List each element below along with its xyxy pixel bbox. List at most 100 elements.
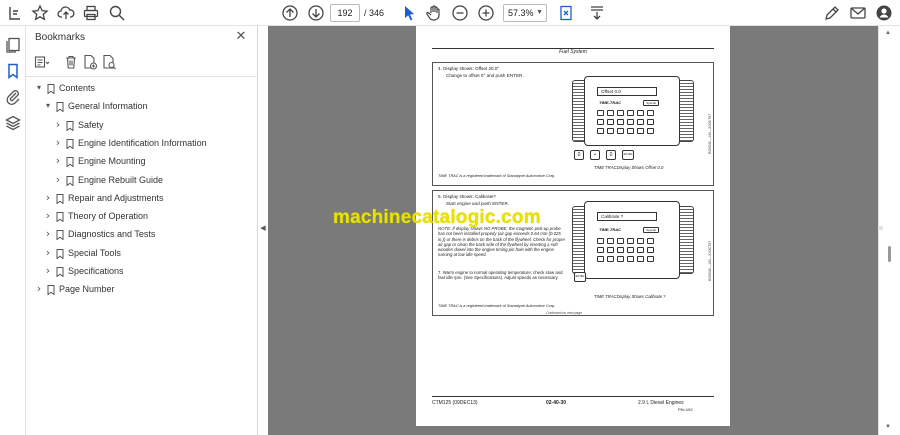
upload-cloud-icon[interactable] [57,4,75,22]
time-trac-device-1: Offset 0.0 TIME-TRAC Special [584,76,680,146]
figure-id-1: RG6543 —UN—20OCT97 [708,114,712,154]
bookmark-icon [47,284,55,296]
device-screen-2: Calibrate ? [597,212,657,221]
caption-calibrate: TIME TRACDisplay Shows Calibrate ? [594,294,666,299]
zoom-level-value: 57.3% [508,8,534,18]
chevron-down-icon[interactable]: ▾ [43,98,53,114]
footer-pn: PN=192 [678,407,693,412]
device-brand: TIME-TRAC [599,100,621,105]
zoom-level-select[interactable]: 57.3% ▼ [503,4,547,22]
device-key [597,238,604,244]
device-key [617,128,624,134]
chevron-right-icon[interactable]: › [43,190,53,206]
bookmark-icon [56,266,64,278]
chevron-down-icon[interactable]: ▾ [34,80,44,96]
chevron-right-icon[interactable]: › [43,226,53,242]
trademark-1: TIME TRAC is a registered trademark of S… [438,174,556,178]
close-icon[interactable]: ✕ [234,30,248,44]
zoom-in-icon[interactable] [477,4,495,22]
right-panel-handle[interactable]: ◀ [876,222,884,236]
panel-divider [26,76,258,77]
scroll-mode-icon[interactable] [588,4,606,22]
layers-icon[interactable] [4,114,22,132]
device-key [627,128,634,134]
bookmark-label: Contents [59,83,96,93]
bookmark-icon [56,229,64,241]
select-cursor-icon[interactable] [400,4,418,22]
text-select-icon[interactable] [6,4,24,22]
device-grip-right [678,80,694,142]
scroll-thumb[interactable] [888,246,891,262]
device-screen-1: Offset 0.0 [597,87,657,96]
page-fit-icon[interactable] [558,4,576,22]
device-key [637,128,644,134]
document-view[interactable]: Fuel System 4. Display shows: Offset 20.… [268,26,878,435]
footer-page-code: 02-40-30 [546,400,567,406]
step-4-title: 4. Display shows: Offset 20.0° [438,66,500,71]
attachments-icon[interactable] [4,88,22,106]
device-key [627,238,634,244]
chevron-right-icon[interactable]: › [43,245,53,261]
collapse-panel-handle[interactable]: ◀ [259,222,267,236]
find-bookmark-icon[interactable] [101,54,117,70]
bookmark-label: Specifications [68,266,124,276]
bookmark-options-icon[interactable] [34,54,50,70]
device-key [607,119,614,125]
footer-rule [432,396,714,397]
device-key [637,110,644,116]
hand-tool-icon[interactable] [425,4,443,22]
chevron-right-icon[interactable]: › [53,172,63,188]
chevron-right-icon[interactable]: › [53,135,63,151]
device-key [637,119,644,125]
mail-icon[interactable] [849,4,867,22]
zoom-search-icon[interactable] [108,4,126,22]
device-key [637,256,644,262]
device-key [597,256,604,262]
scroll-down-arrow[interactable]: ▼ [885,424,891,430]
page-up-icon[interactable] [281,4,299,22]
page-thumbnails-icon[interactable] [4,36,22,54]
chevron-right-icon[interactable]: › [34,281,44,297]
footer-doc-id: CTM125 (09DEC13) [432,400,478,406]
bookmark-icon [66,138,74,150]
bookmark-label: Page Number [59,284,115,295]
annotate-pen-icon[interactable] [823,4,841,22]
device-key [627,119,634,125]
bookmark-icon [66,175,74,187]
chevron-right-icon[interactable]: › [43,263,53,279]
chevron-right-icon[interactable]: › [53,117,63,133]
bookmark-icon [66,120,74,132]
device-key [607,128,614,134]
device-key [647,128,654,134]
step-4-body: Change to offset 0° and push ENTER. [446,73,524,78]
device-key [607,247,614,253]
print-icon[interactable] [82,4,100,22]
chevron-right-icon[interactable]: › [53,153,63,169]
step-6-body: Start engine and push ENTER. [446,201,510,206]
bookmark-label: General Information [68,101,148,112]
bookmarks-panel-icon[interactable] [4,62,22,80]
bookmark-tools [34,54,254,74]
zoom-out-icon[interactable] [451,4,469,22]
account-icon[interactable] [875,4,893,22]
bookmark-icon [56,101,64,113]
new-bookmark-icon[interactable] [82,54,98,70]
watermark-text: machinecatalogic.com [333,207,541,228]
step-7: 7. Warm engine to normal operating tempe… [438,270,563,281]
bookmark-icon [56,193,64,205]
scroll-up-arrow[interactable]: ▲ [885,30,891,36]
page-number-input[interactable]: 192 [330,4,360,22]
device-key [637,238,644,244]
chevron-right-icon[interactable]: › [43,208,53,224]
device-grip-right-2 [678,206,694,274]
device-key [647,256,654,262]
key-zero: 0 [574,150,584,160]
delete-bookmark-icon[interactable] [63,54,79,70]
caption-offset: TIME TRACDisplay Shows Offset 0.0 [594,165,664,170]
device-key [597,128,604,134]
bookmark-label: Safety [78,119,104,130]
page-down-icon[interactable] [307,4,325,22]
step-5-title: 5. Display shows: Calibrate? [438,194,496,199]
bookmark-star-icon[interactable] [31,4,49,22]
page-total-label: / 346 [364,8,385,18]
